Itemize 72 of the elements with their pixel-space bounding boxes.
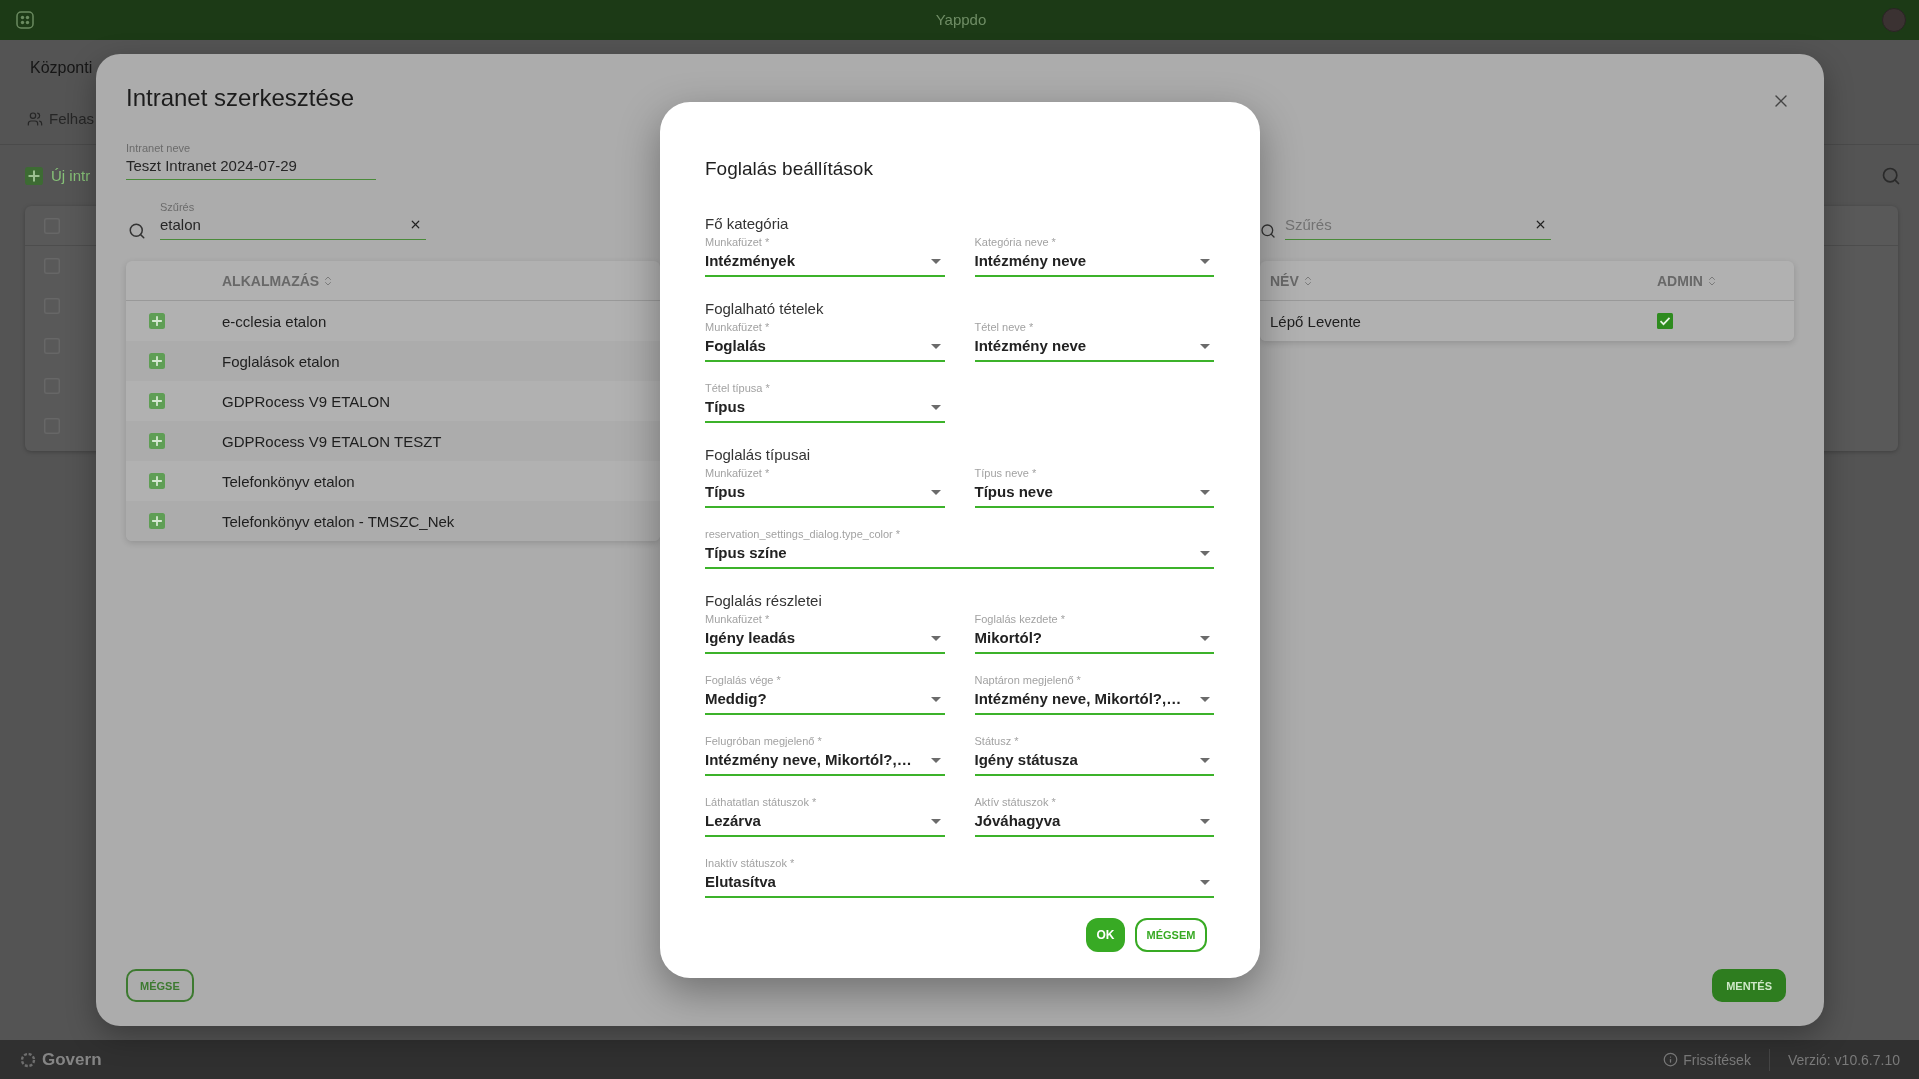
dropdown-field[interactable]: Tétel neve * Intézmény neve [974,320,1214,362]
grid-icon[interactable] [16,11,34,29]
dropdown-field[interactable]: Munkafüzet * Típus [705,466,945,508]
text-field[interactable]: Intranet neve Teszt Intranet 2024-07-29 [126,141,376,180]
page-title: Központi [30,58,93,78]
plus-icon[interactable] [149,313,165,329]
brand-name: Govern [42,1049,102,1070]
caret-icon [1200,879,1210,885]
clear-icon[interactable] [409,218,422,231]
dropdown-field[interactable]: Felugróban megjelenő * Intézmény neve, Mikortól?,… [705,734,945,776]
table-cell: Telefonkönyv etalon [222,472,355,490]
plus-icon[interactable] [149,353,165,369]
dropdown-field[interactable]: Tétel típusa * Típus [705,381,945,423]
section-title: Foglalható tételek [705,299,824,319]
version-label: Verzió: v10.6.7.10 [1787,1051,1900,1068]
caret-icon [930,258,941,264]
section-title: Fő kategória [705,214,789,234]
dropdown-field[interactable]: Inaktív státuszok * Elutasítva [705,856,1214,898]
dialog-title: Foglalás beállítások [705,157,873,181]
section-title: Foglalás részletei [705,591,822,611]
new-button[interactable]: Új intr [25,165,91,186]
dropdown-field[interactable]: Típus neve * Típus neve [974,466,1214,508]
search-icon [1260,223,1276,239]
dropdown-field[interactable]: Kategória neve * Intézmény neve [974,235,1214,277]
plus-icon[interactable] [149,433,165,449]
caret-icon [930,757,941,763]
caret-icon [1200,757,1210,763]
checkbox[interactable] [1657,313,1673,329]
table-cell: e-cclesia etalon [222,312,327,330]
search-icon [128,222,146,240]
dropdown-field[interactable]: Státusz * Igény státusza [974,734,1214,776]
dropdown-field[interactable]: reservation_settings_dialog.type_color * Típus színe [705,527,1214,569]
caret-icon [930,489,941,495]
dropdown-field[interactable]: Láthatatlan státuszok * Lezárva [705,795,945,837]
app-title: Yappdo [935,10,987,30]
dropdown-field[interactable]: Munkafüzet * Igény leadás [705,612,945,654]
caret-icon [1200,818,1210,824]
clear-icon[interactable] [1534,218,1547,231]
caret-icon [1200,489,1210,495]
search-icon[interactable] [1881,165,1901,186]
info-icon [1663,1052,1679,1067]
table-cell: Telefonkönyv etalon - TMSZC_Nek [222,512,455,530]
plus-icon[interactable] [149,473,165,489]
dropdown-field[interactable]: Naptáron megjelenő * Intézmény neve, Mikortól?,… [974,673,1214,715]
save-button[interactable]: MENTÉS [1712,969,1786,1002]
dropdown-field[interactable]: Foglalás kezdete * Mikortól? [974,612,1214,654]
caret-icon [1200,635,1210,641]
caret-icon [1200,550,1210,556]
caret-icon [930,696,941,702]
dropdown-field[interactable]: Munkafüzet * Foglalás [705,320,945,362]
table-cell: Foglalások etalon [222,352,340,370]
caret-icon [930,818,941,824]
search-field[interactable]: Szűrés etalon [160,200,426,240]
table-cell: GDPRocess V9 ETALON TESZT [222,432,442,450]
plus-icon[interactable] [149,393,165,409]
table-cell: Lépő Levente [1270,312,1361,330]
plus-icon[interactable] [149,513,165,529]
caret-icon [930,635,941,641]
logo-icon [20,1051,36,1068]
users-icon [27,111,43,127]
caret-icon [930,404,941,410]
caret-icon [1200,696,1210,702]
caret-icon [930,343,941,349]
dialog-title: Intranet szerkesztése [126,83,355,113]
caret-icon [1200,258,1210,264]
dropdown-field[interactable]: Munkafüzet * Intézmények [705,235,945,277]
table-cell: GDPRocess V9 ETALON [222,392,391,410]
plus-icon [25,166,43,185]
section-title: Foglalás típusai [705,445,811,465]
caret-icon [1200,343,1210,349]
dropdown-field[interactable]: Foglalás vége * Meddig? [705,673,945,715]
dropdown-field[interactable]: Aktív státuszok * Jóváhagyva [974,795,1214,837]
